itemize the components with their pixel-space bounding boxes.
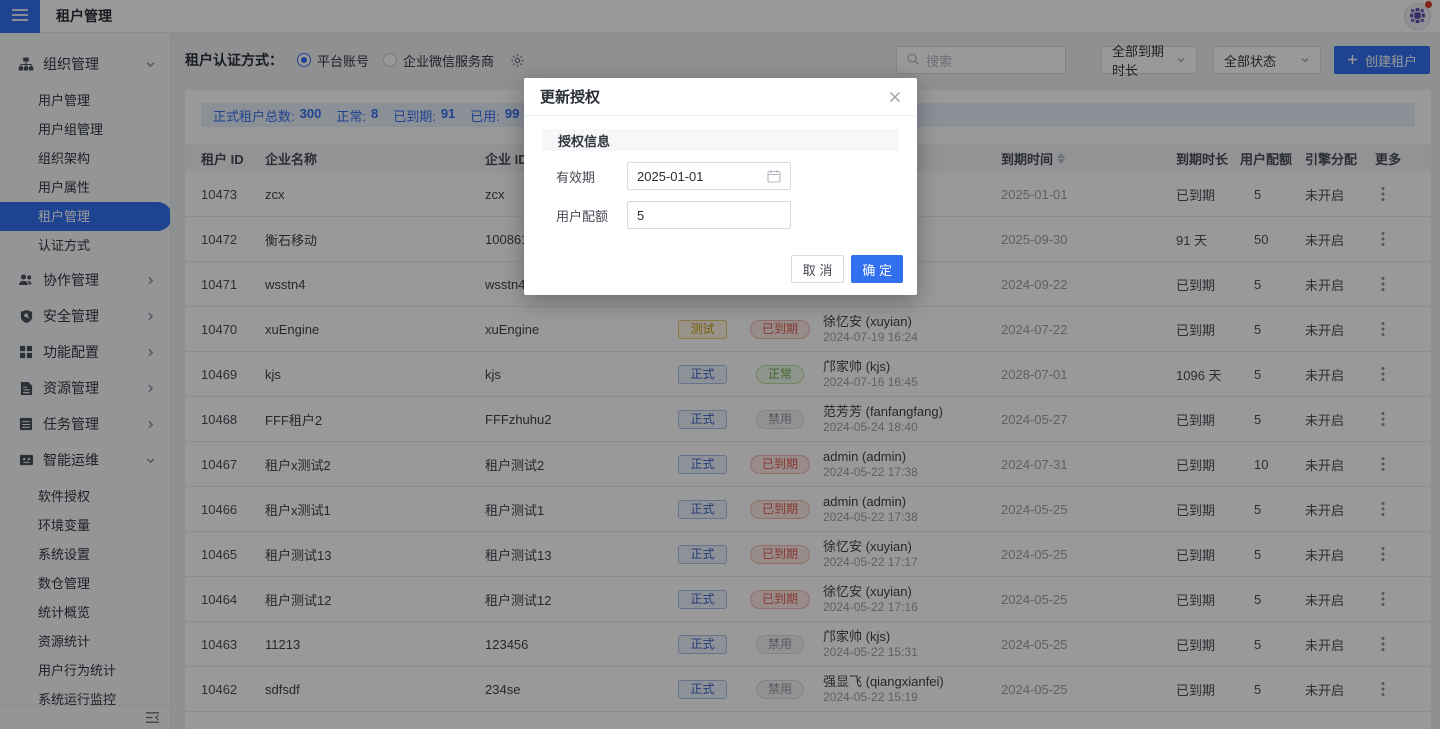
- validity-date-input[interactable]: 2025-01-01: [627, 162, 791, 190]
- calendar-icon: [767, 169, 781, 183]
- quota-value: 5: [637, 208, 644, 223]
- update-license-modal: 更新授权 授权信息 有效期 2025-01-01 用户配额 5 取 消 确 定: [524, 78, 917, 295]
- cancel-button[interactable]: 取 消: [791, 255, 845, 283]
- validity-label: 有效期: [556, 167, 627, 186]
- quota-label: 用户配额: [556, 206, 627, 225]
- license-info-section-title: 授权信息: [542, 129, 899, 151]
- validity-date-value: 2025-01-01: [637, 169, 704, 184]
- quota-input[interactable]: 5: [627, 201, 791, 229]
- close-icon[interactable]: [889, 91, 901, 103]
- modal-title: 更新授权: [540, 86, 600, 107]
- confirm-button[interactable]: 确 定: [851, 255, 903, 283]
